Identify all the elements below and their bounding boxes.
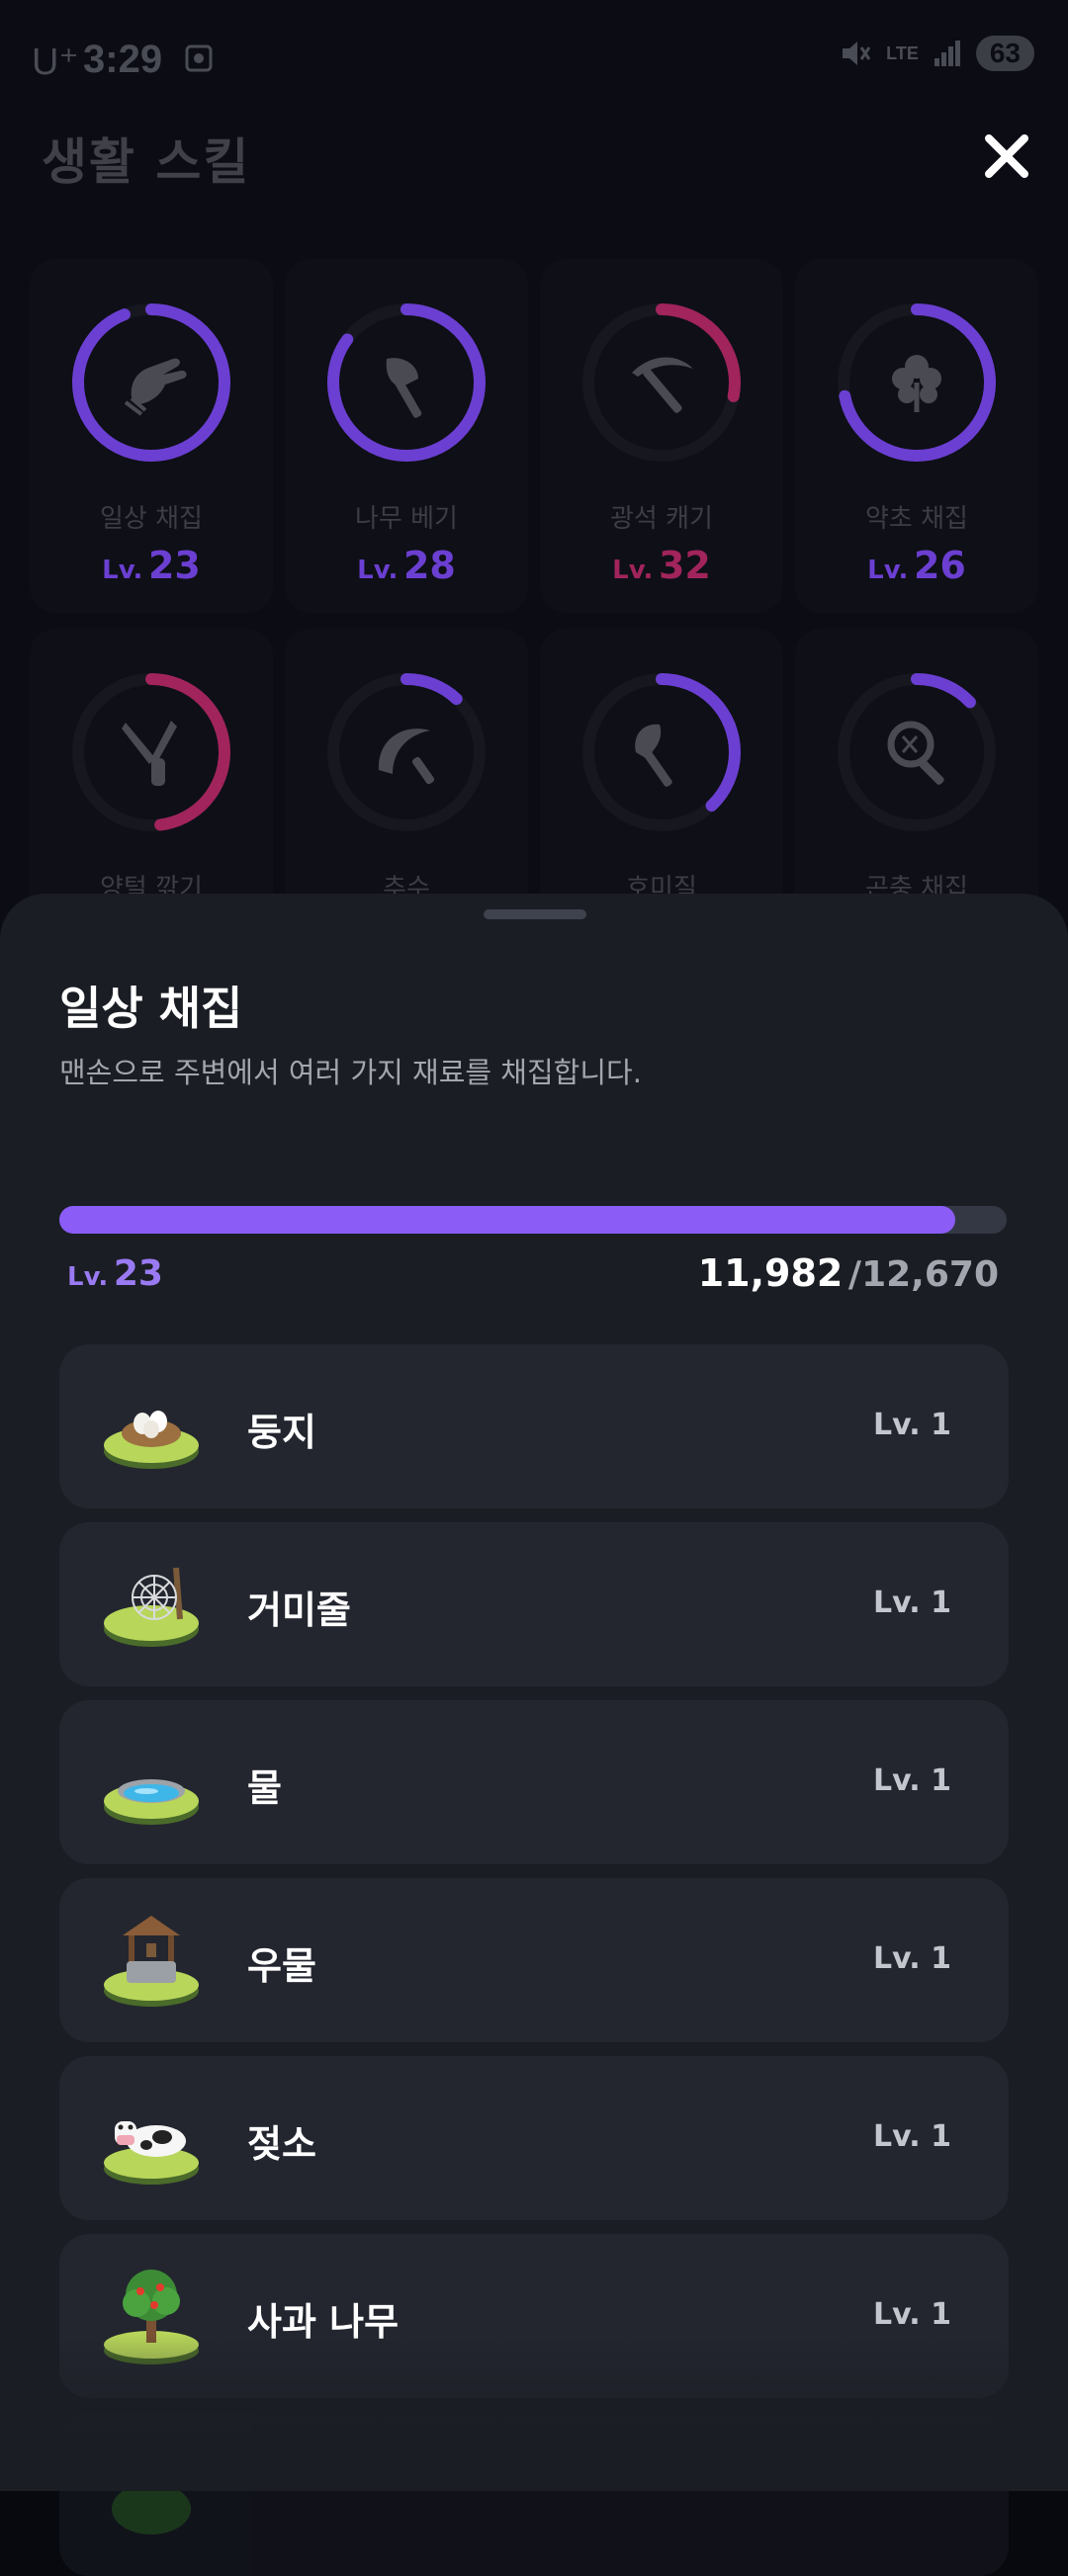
current-level: Lv. 23 — [67, 1253, 163, 1294]
skill-level-prefix: Lv. — [357, 556, 399, 585]
hoe-icon — [635, 724, 672, 787]
axe-icon — [386, 358, 422, 418]
mute-icon — [843, 42, 871, 65]
item-level: Lv. 1 — [873, 2119, 951, 2154]
bug-net-icon — [887, 721, 944, 785]
clock: 3:29 — [83, 38, 163, 81]
signal-icon — [934, 41, 960, 66]
page-title: 생활 스킬 — [42, 133, 251, 191]
herb-icon — [892, 355, 941, 412]
status-bar: U⁺ 3:29 LTE 63 — [0, 0, 1068, 119]
skills-screen-background: U⁺ 3:29 LTE 63 생활 스킬 일상 채집 Lv. 23 나무 베기 Lv.… — [0, 0, 1068, 983]
xp-progress-bar — [59, 1206, 1007, 1234]
well-icon — [104, 1916, 199, 2007]
xp-current: 11,982 — [697, 1251, 844, 1295]
skill-name: 약초 채집 — [865, 504, 968, 534]
gather-item-row[interactable]: 우물 Lv. 1 — [59, 1878, 1009, 2042]
gather-item-row[interactable]: 물 Lv. 1 — [59, 1700, 1009, 1864]
skill-level: Lv. 26 — [795, 544, 1038, 587]
close-icon[interactable] — [975, 125, 1038, 188]
xp-values: 11,982 /12,670 — [698, 1251, 999, 1295]
skill-level-number: 23 — [147, 544, 201, 587]
skill-level-number: 28 — [402, 544, 456, 587]
skill-level-number: 32 — [658, 544, 711, 587]
pickaxe-icon — [632, 357, 693, 413]
skill-level-number: 26 — [913, 544, 966, 587]
list-fade-overlay — [0, 2333, 1068, 2491]
sickle-icon — [378, 729, 435, 785]
skill-level: Lv. 32 — [540, 544, 783, 587]
skill-level: Lv. 23 — [30, 544, 273, 587]
shears-icon — [122, 721, 177, 786]
skill-name: 일상 채집 — [100, 504, 203, 534]
carrier-label: U⁺ — [32, 42, 79, 83]
glove-hand-icon — [124, 358, 187, 416]
level-number: 23 — [113, 1253, 163, 1294]
item-name: 우물 — [247, 1944, 316, 1988]
sheet-title: 일상 채집 — [59, 982, 243, 1035]
gather-item-row[interactable]: 젖소 Lv. 1 — [59, 2056, 1009, 2220]
skill-level-prefix: Lv. — [867, 556, 909, 585]
skill-card[interactable]: 나무 베기 Lv. 28 — [285, 259, 528, 613]
battery-indicator: 63 — [975, 36, 1034, 71]
water-pond-icon — [104, 1779, 199, 1825]
skill-detail-sheet: 일상 채집 맨손으로 주변에서 여러 가지 재료를 채집합니다. Lv. 23 … — [0, 894, 1068, 2576]
skill-level-prefix: Lv. — [612, 556, 654, 585]
gather-item-row[interactable]: 거미줄 Lv. 1 — [59, 1522, 1009, 1686]
skill-name: 광석 캐기 — [610, 504, 713, 534]
item-level: Lv. 1 — [873, 1941, 951, 1976]
item-level: Lv. 1 — [873, 1763, 951, 1798]
spider-web-icon — [104, 1567, 199, 1647]
nest-icon — [104, 1411, 199, 1469]
skill-name: 나무 베기 — [355, 504, 458, 534]
item-level: Lv. 1 — [873, 1408, 951, 1442]
item-name: 거미줄 — [247, 1589, 351, 1632]
skill-card[interactable]: 약초 채집 Lv. 26 — [795, 259, 1038, 613]
skill-card[interactable]: 일상 채집 Lv. 23 — [30, 259, 273, 613]
item-name: 둥지 — [247, 1411, 316, 1454]
network-type: LTE — [886, 43, 919, 63]
cow-icon — [104, 2121, 199, 2185]
item-level: Lv. 1 — [873, 2297, 951, 2332]
item-name: 젖소 — [247, 2122, 316, 2166]
screenshot-icon — [185, 44, 213, 72]
item-level: Lv. 1 — [873, 1586, 951, 1620]
skill-card[interactable]: 광석 캐기 Lv. 32 — [540, 259, 783, 613]
skill-level-prefix: Lv. — [102, 556, 143, 585]
xp-progress-fill — [59, 1206, 955, 1234]
item-name: 물 — [247, 1766, 282, 1810]
xp-max: /12,670 — [847, 1254, 999, 1295]
gather-item-row[interactable]: 둥지 Lv. 1 — [59, 1344, 1009, 1508]
sheet-drag-handle[interactable] — [484, 909, 586, 919]
skill-level: Lv. 28 — [285, 544, 528, 587]
level-prefix: Lv. — [67, 1262, 109, 1292]
sheet-description: 맨손으로 주변에서 여러 가지 재료를 채집합니다. — [59, 1056, 642, 1089]
